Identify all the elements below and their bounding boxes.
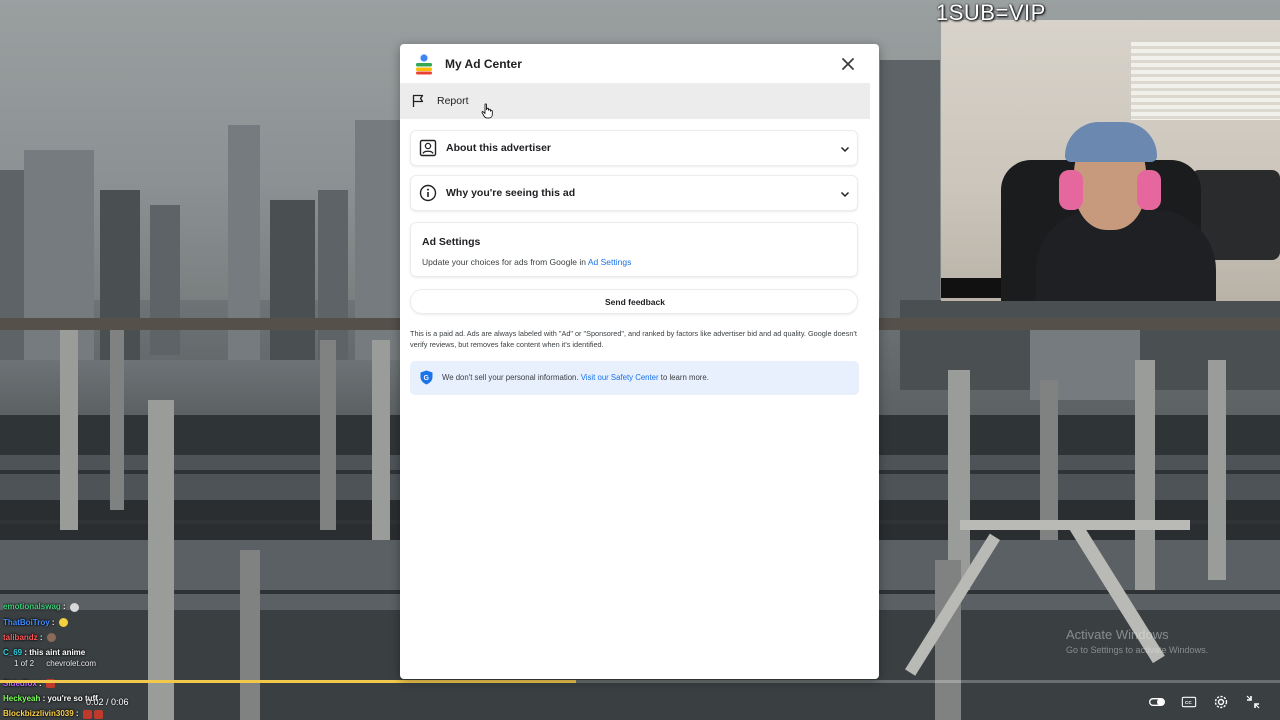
emoji-icon <box>69 602 79 612</box>
chat-username: Blockbizzlivin3039 <box>3 709 74 719</box>
about-advertiser-accordion[interactable]: About this advertiser <box>410 130 858 166</box>
hand-cursor-icon <box>481 103 493 119</box>
chat-username: ThatBoiTroy <box>3 617 50 627</box>
building <box>150 205 180 355</box>
watermark-subtitle: Go to Settings to activate Windows. <box>1066 645 1209 655</box>
chat-message: talibandz : <box>3 630 203 645</box>
stream-overlay-text: 1SUB=VIP <box>936 0 1046 25</box>
report-button[interactable]: Report <box>400 83 870 119</box>
emoji-icon <box>46 633 56 643</box>
dialog-header: My Ad Center <box>400 44 879 82</box>
ad-settings-desc-text: Update your choices for ads from Google … <box>422 257 588 267</box>
chat-username: C_69 <box>3 648 23 658</box>
bridge-pillar <box>1040 380 1058 540</box>
exit-fullscreen-icon[interactable] <box>1243 694 1263 710</box>
emoji-icon <box>58 617 68 627</box>
windows-activation-watermark: Activate Windows Go to Settings to activ… <box>1066 627 1208 655</box>
captions-icon[interactable]: CC <box>1179 694 1199 710</box>
paid-ad-disclaimer: This is a paid ad. Ads are always labele… <box>410 329 857 349</box>
chat-message: Sidedfox : <box>3 676 203 691</box>
bridge-pillar <box>60 330 78 530</box>
window-blinds <box>1131 42 1280 120</box>
streamer-cap <box>1065 122 1157 162</box>
bridge-pillar <box>1208 360 1226 580</box>
bridge-pillar <box>948 370 970 590</box>
my-ad-center-logo-icon <box>416 54 432 75</box>
chevron-down-icon <box>840 191 850 198</box>
scrollbar[interactable] <box>870 44 879 679</box>
settings-gear-icon[interactable] <box>1211 694 1231 710</box>
close-icon[interactable] <box>840 56 856 72</box>
ad-counter: 1 of 2 <box>14 659 35 668</box>
bridge-girder <box>960 520 1190 530</box>
bridge-pillar <box>320 340 336 530</box>
chat-username: Heckyeah <box>3 694 41 704</box>
chat-username: emotionalswag <box>3 602 61 612</box>
about-advertiser-label: About this advertiser <box>446 142 552 154</box>
headset-earcup <box>1137 170 1161 210</box>
google-shield-icon: G <box>420 370 433 385</box>
building <box>880 60 940 320</box>
privacy-text: We don't sell your personal information.… <box>442 373 709 382</box>
privacy-prefix: We don't sell your personal information. <box>442 373 581 382</box>
my-ad-center-dialog: My Ad Center Report About this advertise… <box>400 44 879 679</box>
flag-icon <box>412 94 424 107</box>
bridge-pillar <box>1135 360 1155 590</box>
ad-settings-heading: Ad Settings <box>422 236 481 248</box>
emoji-icon <box>93 709 103 719</box>
send-feedback-label: Send feedback <box>605 297 665 307</box>
bridge-pillar <box>372 340 390 540</box>
ad-info: 1 of 2 chevrolet.com <box>14 659 106 668</box>
advertiser-badge-icon <box>419 139 437 157</box>
chat-message <box>3 584 203 599</box>
webcam-feed <box>941 20 1280 301</box>
chat-message: ThatBoiTroy : <box>3 615 203 630</box>
chat-text: this aint anime <box>29 648 86 658</box>
progress-bar[interactable] <box>0 680 1280 683</box>
autoplay-toggle-icon[interactable] <box>1147 694 1167 710</box>
emoji-icon <box>82 709 92 719</box>
svg-text:CC: CC <box>1185 700 1192 705</box>
headset-earcup <box>1059 170 1083 210</box>
ad-domain-link[interactable]: chevrolet.com <box>46 659 96 668</box>
watermark-title: Activate Windows <box>1066 627 1169 642</box>
time-display: 0:02 / 0:06 <box>86 697 129 707</box>
bridge-pillar <box>110 330 124 510</box>
chat-message: Blockbizzlivin3039 : <box>3 706 203 720</box>
bridge-pillar <box>240 550 260 720</box>
chat-username: talibandz <box>3 632 38 642</box>
privacy-suffix: to learn more. <box>658 373 709 382</box>
privacy-notice: G We don't sell your personal informatio… <box>410 361 859 395</box>
ad-settings-card: Ad Settings Update your choices for ads … <box>410 222 858 277</box>
report-label: Report <box>437 95 469 107</box>
info-icon <box>419 184 437 202</box>
progress-fill <box>0 680 576 683</box>
send-feedback-button[interactable]: Send feedback <box>410 289 858 314</box>
building <box>355 120 400 370</box>
why-seeing-ad-accordion[interactable]: Why you're seeing this ad <box>410 175 858 211</box>
chevron-down-icon <box>840 146 850 153</box>
building <box>270 200 315 360</box>
dialog-title: My Ad Center <box>445 57 522 71</box>
svg-text:G: G <box>424 375 430 382</box>
safety-center-link[interactable]: Visit our Safety Center <box>581 373 659 382</box>
keyboard <box>941 278 1001 298</box>
why-seeing-ad-label: Why you're seeing this ad <box>446 187 576 199</box>
building <box>318 190 348 360</box>
chat-message: emotionalswag : <box>3 599 203 614</box>
ad-settings-description: Update your choices for ads from Google … <box>422 257 631 267</box>
ad-settings-link[interactable]: Ad Settings <box>588 257 631 267</box>
